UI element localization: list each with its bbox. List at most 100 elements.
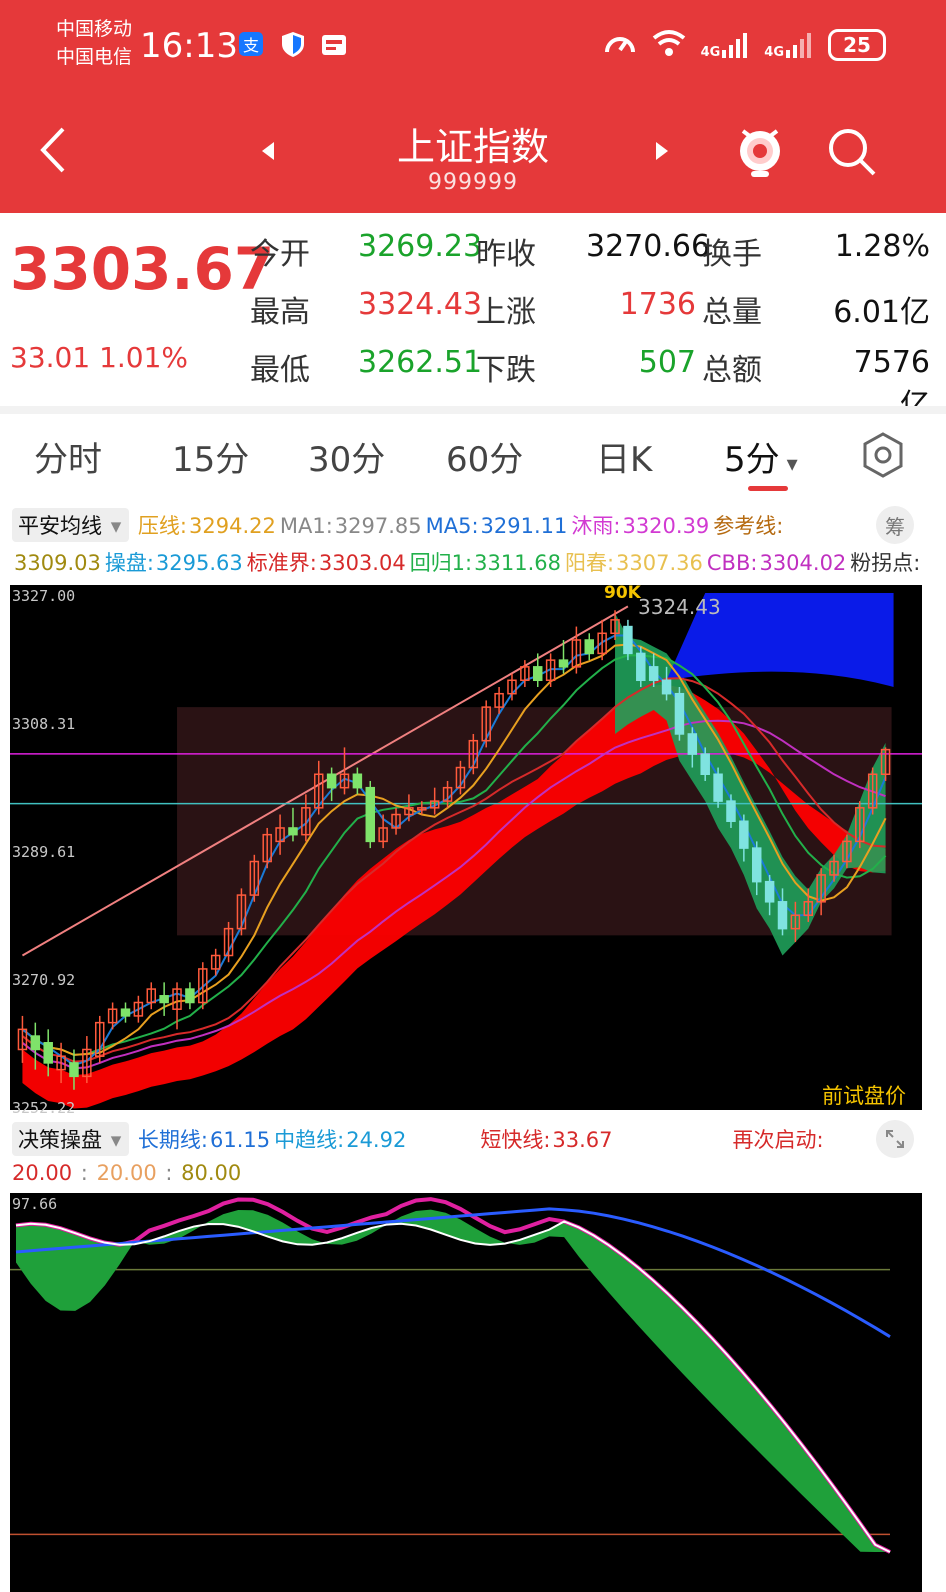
- candle-body: [739, 820, 749, 849]
- indicator-item: 参考线:: [713, 514, 787, 538]
- indicator-value: 3297.85: [334, 514, 422, 538]
- change-amount: 33.01: [10, 341, 91, 374]
- indicator-label: 再次启动:: [732, 1128, 824, 1152]
- candle-body: [661, 679, 672, 695]
- stat-label: 最高: [250, 295, 310, 330]
- y-axis-label: 3289.61: [12, 843, 76, 861]
- stat-label: 总额: [702, 353, 762, 388]
- stat-value: 1.28%: [834, 229, 930, 264]
- indicator-label: 回归1:: [409, 551, 473, 575]
- tab-0[interactable]: 分时: [34, 432, 102, 481]
- candle-body: [326, 773, 337, 789]
- main-indicator-line-1: 平安均线 ▾ 压线:3294.22 MA1:3297.85 MA5:3291.11 沐…: [0, 508, 946, 542]
- current-price: 3303.67: [10, 235, 275, 303]
- app-badge-icon: [320, 30, 346, 60]
- sub-indicator-dropdown[interactable]: 决策操盘 ▾: [12, 1122, 130, 1156]
- shield-icon: [280, 30, 306, 60]
- indicator-item: 粉拐点:: [850, 551, 924, 575]
- sub-indicator-params: 20.00 : 20.00 : 80.00: [12, 1161, 242, 1185]
- search-icon[interactable]: [824, 124, 880, 180]
- top-label: 90K: [604, 583, 641, 603]
- candle: [94, 1015, 105, 1063]
- status-right: 4G 4G 25: [603, 28, 886, 62]
- quote-row: 今开 3269.23 昨收 3270.66 换手 1.28%: [250, 229, 930, 287]
- decision-indicator-chart[interactable]: 97.66: [10, 1193, 922, 1592]
- tab-label: 60分: [446, 440, 524, 480]
- candle-body: [288, 827, 298, 836]
- stat-label: 今开: [250, 237, 310, 272]
- stat-value: 3324.43: [358, 287, 483, 322]
- indicator-label: 标准界:: [246, 551, 317, 575]
- indicator-item: 标准界:3303.04: [247, 551, 408, 575]
- candle: [584, 633, 595, 661]
- chevron-down-icon: ▾: [110, 514, 122, 538]
- y-axis-label: 3270.92: [12, 971, 76, 989]
- tab-2[interactable]: 30分: [308, 432, 385, 481]
- hexagon-settings-icon[interactable]: [858, 430, 908, 484]
- tab-1[interactable]: 15分: [172, 432, 249, 481]
- indicator-value: 3309.03: [14, 551, 101, 575]
- indicator-value: 3304.02: [759, 551, 847, 575]
- indicator-label: 长期线:: [137, 1128, 208, 1152]
- decision-indicator-svg: [10, 1197, 891, 1554]
- top-header: 中国移动 中国电信 16:13 支 4G 4G 25 上证指数 999999: [0, 0, 946, 213]
- indicator-label: 中趋线:: [274, 1128, 345, 1152]
- main-indicator-dropdown[interactable]: 平安均线 ▾: [12, 508, 130, 542]
- alipay-icon: 支: [238, 30, 264, 60]
- indicator-value: 33.67: [552, 1128, 613, 1152]
- indicator-item: 压线:3294.22: [138, 514, 278, 538]
- indicator-label: MA1:: [279, 514, 333, 538]
- candle-body: [713, 773, 723, 802]
- status-time: 16:13: [140, 26, 238, 66]
- change-percent: 1.01%: [99, 341, 189, 374]
- candle-body: [365, 786, 376, 843]
- candle: [713, 767, 723, 808]
- candle: [133, 995, 144, 1023]
- candle: [674, 686, 685, 741]
- pink-line: [15, 1197, 891, 1554]
- tab-5[interactable]: 5分 ▾: [724, 432, 798, 481]
- chip-badge-button[interactable]: 筹: [876, 506, 914, 544]
- next-stock-icon[interactable]: [648, 136, 676, 166]
- expand-icon[interactable]: [876, 1120, 914, 1158]
- candle-body: [120, 1008, 131, 1017]
- indicator-item: MA5:3291.11: [426, 514, 570, 538]
- indicator-item: 阳春:3307.36: [565, 551, 705, 575]
- indicator-item: 长期线:61.15: [138, 1128, 272, 1152]
- tab-label: 5分: [724, 440, 780, 480]
- mid-trend-line: [15, 1220, 891, 1553]
- candle-body: [674, 692, 685, 735]
- indicator-value: 3307.36: [616, 551, 703, 575]
- main-indicator-line-2: 3309.03 操盘:3295.63 标准界:3303.04 回归1:3311.68 阳…: [0, 547, 946, 579]
- sub-indicator-name: 决策操盘: [18, 1128, 102, 1152]
- candle: [159, 982, 169, 1016]
- indicator-value: 3295.63: [155, 551, 243, 575]
- stat-label: 昨收: [476, 237, 536, 272]
- candle: [623, 619, 633, 661]
- network-1-label: 4G: [700, 45, 721, 60]
- indicator-item: 回归1:3311.68: [410, 551, 563, 575]
- stock-code: 999999: [428, 170, 518, 195]
- tab-4[interactable]: 日K: [596, 432, 652, 481]
- candlestick-svg: [10, 593, 922, 1109]
- y-axis-label: 3252.22: [12, 1099, 76, 1117]
- candle-body: [558, 659, 569, 668]
- indicator-item: CBB:3304.02: [707, 551, 848, 575]
- candle: [532, 653, 543, 687]
- stat-label: 上涨: [476, 295, 536, 330]
- candle-body: [43, 1042, 53, 1064]
- indicator-label: 沐雨:: [571, 514, 621, 538]
- candle: [636, 646, 646, 687]
- stat-label: 最低: [250, 353, 310, 388]
- mascot-icon[interactable]: [732, 118, 788, 182]
- battery-indicator: 25: [828, 29, 886, 61]
- stat-value: 3270.66: [586, 229, 711, 264]
- candle-body: [726, 800, 736, 822]
- tab-label: 分时: [34, 440, 102, 480]
- param-2: 20.00: [96, 1161, 157, 1185]
- candlestick-chart[interactable]: 3327.00 3308.31 3289.61 3270.92 3252.22 3324…: [10, 583, 922, 1117]
- candle-body: [185, 988, 195, 1004]
- tab-3[interactable]: 60分: [446, 432, 523, 481]
- indicator-label: 阳春:: [564, 551, 615, 575]
- candle: [185, 982, 195, 1010]
